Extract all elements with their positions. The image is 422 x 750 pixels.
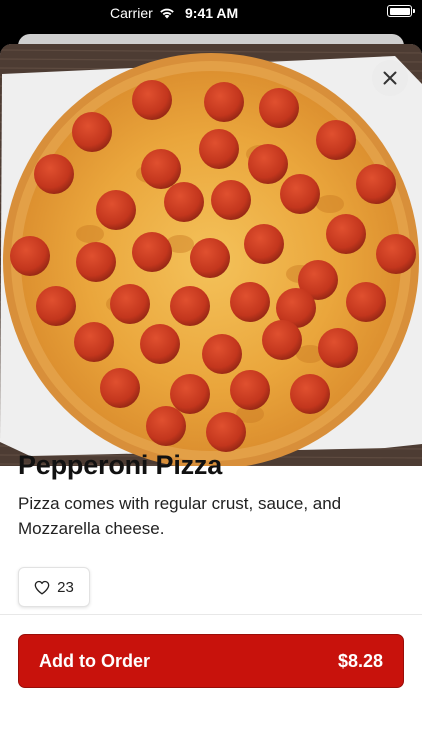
pepperoni-slice [262,320,302,360]
pepperoni-slice [280,174,320,214]
item-info: Pepperoni Pizza Pizza comes with regular… [18,450,404,541]
pepperoni-slice [132,80,172,120]
add-to-order-button[interactable]: Add to Order $8.28 [18,634,404,688]
pepperoni-slice [202,334,242,374]
pepperoni-slice [244,224,284,264]
pepperoni-slice [259,88,299,128]
pizza-photo [0,44,422,466]
pepperoni-slice [146,406,186,446]
pepperoni-slice [140,324,180,364]
pepperoni-slice [326,214,366,254]
pepperoni-slice [34,154,74,194]
item-title: Pepperoni Pizza [18,450,223,480]
price-label: $8.28 [337,650,383,671]
pepperoni-slice [346,282,386,322]
pepperoni-slice [164,182,204,222]
pepperoni-slice [36,286,76,326]
pepperoni-slice [76,242,116,282]
pepperoni-slice [376,234,416,274]
heart-icon [34,580,50,594]
pepperoni-slice [230,370,270,410]
like-count: 23 [57,578,74,596]
pepperoni-slice [356,164,396,204]
pepperoni-slice [204,82,244,122]
close-button[interactable] [372,60,408,96]
pepperoni-slice [230,282,270,322]
status-bar: Carrier 9:41 AM [0,0,422,26]
pepperoni-slice [100,368,140,408]
pepperoni-slice [316,120,356,160]
pepperoni-slice [199,129,239,169]
pepperoni-slice [74,322,114,362]
pepperoni-slice [190,238,230,278]
pepperoni-slice [72,112,112,152]
carrier-group: Carrier [110,5,175,21]
pepperoni-slice [132,232,172,272]
pepperoni-slice [110,284,150,324]
pepperoni-slice [206,412,246,452]
carrier-label: Carrier [110,5,153,21]
pepperoni-slice [141,149,181,189]
item-description: Pizza comes with regular crust, sauce, a… [18,494,342,538]
wifi-icon [159,8,174,19]
pepperoni-slice [211,180,251,220]
pepperoni-slice [170,286,210,326]
add-to-order-label: Add to Order [39,650,150,671]
pepperoni-slice [96,190,136,230]
pepperoni-slice [318,328,358,368]
pepperoni-slice [290,374,330,414]
footer-divider [0,614,422,615]
battery-icon [387,5,415,17]
pepperoni-slice [248,144,288,184]
like-button[interactable]: 23 [18,567,90,607]
close-icon [383,71,397,85]
clock: 9:41 AM [185,5,239,21]
pepperoni-slice [170,374,210,414]
pepperoni-slice [10,236,50,276]
